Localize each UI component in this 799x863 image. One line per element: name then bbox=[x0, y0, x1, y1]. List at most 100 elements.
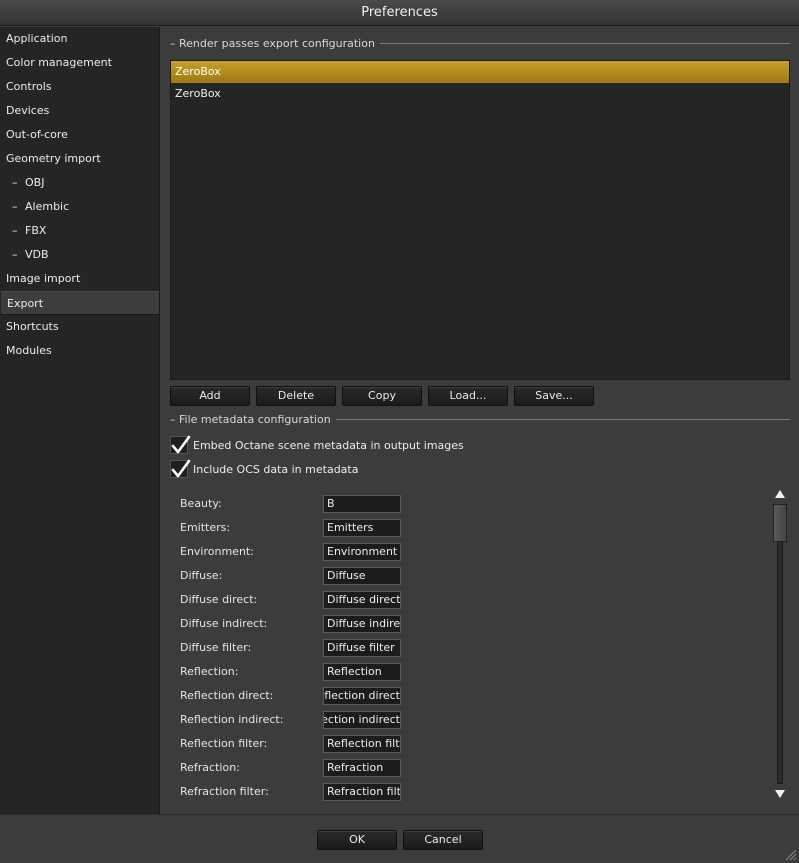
file-metadata-title: File metadata configuration bbox=[179, 412, 331, 426]
sidebar-item-label: FBX bbox=[25, 224, 47, 237]
pass-name-label: Diffuse indirect: bbox=[180, 617, 268, 630]
pass-names-scrollbar[interactable] bbox=[772, 486, 788, 802]
render-passes-section-title: – Render passes export configuration bbox=[170, 36, 790, 50]
pass-name-row: Emitters: Emitters bbox=[170, 519, 410, 537]
sidebar: Application Color management Controls Devic… bbox=[0, 27, 160, 814]
list-item[interactable]: ZeroBox bbox=[171, 61, 789, 83]
pass-name-label: Environment: bbox=[180, 545, 254, 558]
pass-name-label: Reflection: bbox=[180, 665, 239, 678]
scroll-track[interactable] bbox=[777, 504, 783, 784]
load-button[interactable]: Load... bbox=[428, 386, 508, 406]
scroll-thumb[interactable] bbox=[773, 504, 787, 542]
pass-name-row: Diffuse indirect: Diffuse indirect bbox=[170, 615, 410, 633]
sidebar-item-label: Export bbox=[7, 297, 44, 310]
pass-name-input[interactable]: Reflection bbox=[323, 663, 401, 681]
list-item[interactable]: ZeroBox bbox=[171, 83, 789, 105]
tree-dash-icon: – bbox=[12, 248, 18, 261]
pass-name-input[interactable]: Diffuse indirect bbox=[323, 615, 401, 633]
include-ocs-checkbox[interactable] bbox=[170, 459, 191, 478]
add-button[interactable]: Add bbox=[170, 386, 250, 406]
tree-dash-icon: – bbox=[12, 200, 18, 213]
sidebar-item-export[interactable]: Export bbox=[1, 291, 159, 315]
pass-name-label: Diffuse: bbox=[180, 569, 223, 582]
delete-button[interactable]: Delete bbox=[256, 386, 336, 406]
pass-name-input[interactable]: Diffuse filter bbox=[323, 639, 401, 657]
pass-name-label: Reflection filter: bbox=[180, 737, 268, 750]
resize-grip-icon[interactable] bbox=[783, 847, 797, 861]
pass-name-input[interactable]: Refraction bbox=[323, 759, 401, 777]
scroll-up-icon[interactable] bbox=[774, 488, 786, 500]
pass-name-row: Diffuse filter: Diffuse filter bbox=[170, 639, 410, 657]
sidebar-item-obj[interactable]: – OBJ bbox=[0, 171, 159, 195]
pass-name-input[interactable]: Diffuse direct bbox=[323, 591, 401, 609]
sidebar-item-geometry-import[interactable]: Geometry import bbox=[0, 147, 159, 171]
pass-name-input[interactable]: Reflection filter bbox=[323, 735, 401, 753]
embed-metadata-checkbox[interactable] bbox=[170, 435, 191, 454]
sidebar-item-alembic[interactable]: – Alembic bbox=[0, 195, 159, 219]
sidebar-item-label: Color management bbox=[6, 56, 112, 69]
sidebar-item-label: Out-of-core bbox=[6, 128, 68, 141]
sidebar-item-label: Image import bbox=[6, 272, 81, 285]
pass-name-label: Beauty: bbox=[180, 497, 222, 510]
pass-name-row: Reflection indirect: Reflection indirect bbox=[170, 711, 410, 729]
scroll-down-icon[interactable] bbox=[774, 788, 786, 800]
sidebar-item-label: Controls bbox=[6, 80, 52, 93]
sidebar-item-controls[interactable]: Controls bbox=[0, 75, 159, 99]
pass-name-input[interactable]: Refraction filter bbox=[323, 783, 401, 801]
checkmark-icon bbox=[171, 435, 191, 454]
pass-name-label: Reflection direct: bbox=[180, 689, 274, 702]
sidebar-item-application[interactable]: Application bbox=[0, 27, 159, 51]
pass-name-row: Reflection: Reflection bbox=[170, 663, 410, 681]
sidebar-item-label: OBJ bbox=[25, 176, 45, 189]
sidebar-item-color-management[interactable]: Color management bbox=[0, 51, 159, 75]
tree-dash-icon: – bbox=[12, 176, 18, 189]
sidebar-item-out-of-core[interactable]: Out-of-core bbox=[0, 123, 159, 147]
pass-name-input[interactable]: Diffuse bbox=[323, 567, 401, 585]
window-title: Preferences bbox=[0, 0, 799, 26]
sidebar-item-label: VDB bbox=[25, 248, 49, 261]
sidebar-item-label: Shortcuts bbox=[6, 320, 59, 333]
tree-dash-icon: – bbox=[12, 224, 18, 237]
sidebar-item-modules[interactable]: Modules bbox=[0, 339, 159, 363]
pass-name-row: Reflection direct: Reflection direct bbox=[170, 687, 410, 705]
pass-name-row: Diffuse: Diffuse bbox=[170, 567, 410, 585]
sidebar-item-label: Devices bbox=[6, 104, 50, 117]
sidebar-item-devices[interactable]: Devices bbox=[0, 99, 159, 123]
pass-names-area: Beauty: B Emitters: Emitters Environment: Env… bbox=[170, 488, 770, 808]
sidebar-item-vdb[interactable]: – VDB bbox=[0, 243, 159, 267]
sidebar-item-label: Geometry import bbox=[6, 152, 101, 165]
pass-name-row: Reflection filter: Reflection filter bbox=[170, 735, 410, 753]
pass-name-input[interactable]: Emitters bbox=[323, 519, 401, 537]
pass-name-label: Emitters: bbox=[180, 521, 231, 534]
pass-name-input[interactable]: B bbox=[323, 495, 401, 513]
sidebar-item-label: Application bbox=[6, 32, 68, 45]
render-passes-list[interactable]: ZeroBox ZeroBox bbox=[170, 60, 790, 380]
file-metadata-section-title: – File metadata configuration bbox=[170, 412, 790, 426]
save-button[interactable]: Save... bbox=[514, 386, 594, 406]
ok-button[interactable]: OK bbox=[317, 830, 397, 850]
checkmark-icon bbox=[171, 459, 191, 478]
sidebar-item-label: Alembic bbox=[25, 200, 70, 213]
footer-separator bbox=[0, 814, 799, 815]
sidebar-item-fbx[interactable]: – FBX bbox=[0, 219, 159, 243]
pass-name-input[interactable]: Reflection direct bbox=[323, 687, 401, 705]
include-ocs-label: Include OCS data in metadata bbox=[193, 462, 359, 476]
pass-name-label: Reflection indirect: bbox=[180, 713, 284, 726]
pass-name-label: Diffuse filter: bbox=[180, 641, 252, 654]
cancel-button[interactable]: Cancel bbox=[403, 830, 483, 850]
include-ocs-row[interactable]: Include OCS data in metadata bbox=[170, 459, 358, 479]
pass-name-input[interactable]: Environment bbox=[323, 543, 401, 561]
pass-name-label: Refraction: bbox=[180, 761, 240, 774]
render-passes-title: Render passes export configuration bbox=[179, 36, 375, 50]
copy-button[interactable]: Copy bbox=[342, 386, 422, 406]
embed-metadata-label: Embed Octane scene metadata in output im… bbox=[193, 438, 464, 452]
pass-name-label: Diffuse direct: bbox=[180, 593, 258, 606]
pass-name-label: Refraction filter: bbox=[180, 785, 269, 798]
sidebar-item-image-import[interactable]: Image import bbox=[0, 267, 159, 291]
pass-name-row: Environment: Environment bbox=[170, 543, 410, 561]
pass-name-row: Refraction: Refraction bbox=[170, 759, 410, 777]
pass-name-row: Beauty: B bbox=[170, 495, 410, 513]
pass-name-input[interactable]: Reflection indirect bbox=[323, 711, 401, 729]
embed-metadata-row[interactable]: Embed Octane scene metadata in output im… bbox=[170, 435, 464, 455]
sidebar-item-shortcuts[interactable]: Shortcuts bbox=[0, 315, 159, 339]
